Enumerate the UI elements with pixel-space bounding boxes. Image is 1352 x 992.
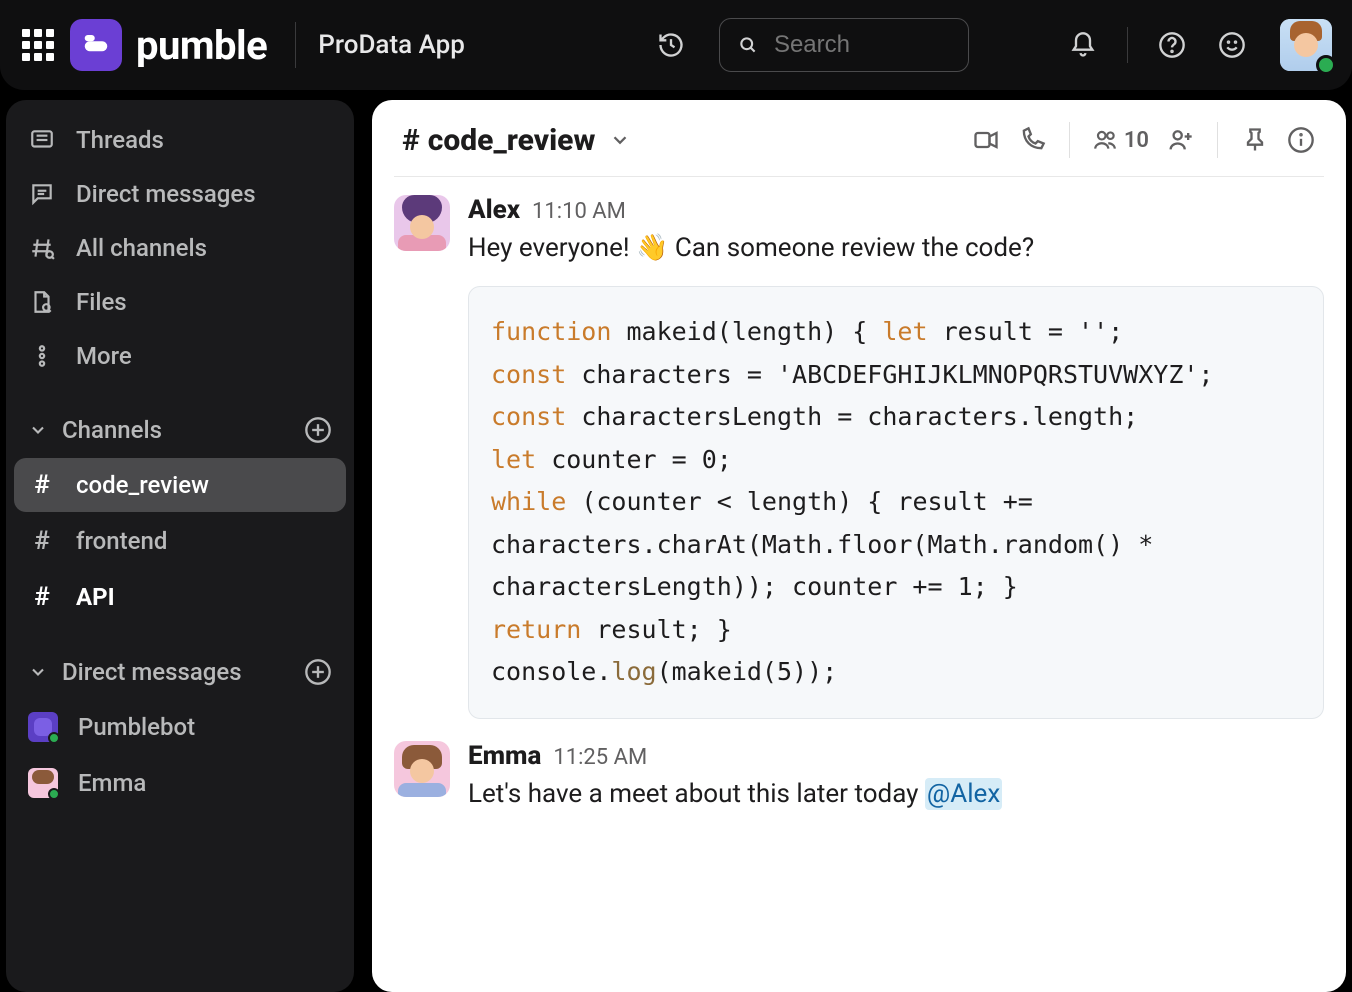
all-channels-icon [28,234,56,262]
sidebar: Threads Direct messages All channels Fil… [6,100,354,992]
sidebar-item-label: Files [76,288,127,316]
hash-icon: # [28,526,56,556]
message-author[interactable]: Alex [468,195,520,225]
avatar [28,712,58,742]
sidebar-item-threads[interactable]: Threads [14,114,346,166]
channel-name: code_review [76,471,209,499]
workspace-name[interactable]: ProData App [318,30,465,60]
dm-name: Emma [78,769,146,797]
message: Alex 11:10 AM Hey everyone! 👋 Can someon… [394,195,1324,719]
search-icon [738,33,758,57]
message-text: Hey everyone! 👋 Can someone review the c… [468,229,1324,268]
presence-indicator [1316,55,1336,75]
mention[interactable]: @Alex [925,778,1002,810]
message-time: 11:25 AM [553,745,647,770]
dm-icon [28,180,56,208]
workspace-logo[interactable] [70,19,122,71]
channel-name: code_review [428,123,596,158]
avatar[interactable] [394,741,450,797]
dm-item-pumblebot[interactable]: Pumblebot [14,700,346,754]
message-time: 11:10 AM [532,199,626,224]
add-dm-icon[interactable] [304,658,332,686]
separator [1069,122,1070,158]
channel-item-api[interactable]: # API [14,570,346,624]
dm-item-emma[interactable]: Emma [14,756,346,810]
channel-title[interactable]: # code_review [402,123,631,158]
app-wordmark: pumble [136,22,267,69]
files-icon [28,288,56,316]
avatar[interactable] [394,195,450,251]
search-input[interactable] [774,31,950,59]
sidebar-item-files[interactable]: Files [14,276,346,328]
history-icon[interactable] [649,23,693,67]
hash-icon: # [28,582,56,612]
phone-call-icon[interactable] [1017,125,1047,155]
people-icon [1092,127,1118,153]
sidebar-item-label: All channels [76,234,207,262]
message: Emma 11:25 AM Let's have a meet about th… [394,741,1324,814]
member-count[interactable]: 10 [1092,127,1149,153]
sidebar-item-label: Direct messages [76,180,256,208]
message-author[interactable]: Emma [468,741,541,771]
emoji-icon[interactable] [1210,23,1254,67]
member-count-value: 10 [1124,128,1149,153]
help-icon[interactable] [1150,23,1194,67]
chevron-down-icon [609,129,631,151]
chevron-down-icon [28,662,48,682]
dm-section-header[interactable]: Direct messages [14,646,346,698]
hash-icon: # [28,470,56,500]
code-block: function makeid(length) { let result = '… [468,286,1324,719]
threads-icon [28,126,56,154]
pin-icon[interactable] [1240,125,1270,155]
message-list: Alex 11:10 AM Hey everyone! 👋 Can someon… [372,177,1346,832]
separator [295,22,296,68]
sidebar-item-more[interactable]: More [14,330,346,382]
sidebar-item-dm[interactable]: Direct messages [14,168,346,220]
video-call-icon[interactable] [971,125,1001,155]
more-icon [28,342,56,370]
wave-emoji: 👋 [636,229,668,268]
apps-grid-icon[interactable] [20,27,56,63]
section-label: Channels [62,416,290,444]
add-channel-icon[interactable] [304,416,332,444]
channels-section-header[interactable]: Channels [14,404,346,456]
dm-name: Pumblebot [78,713,195,741]
sidebar-item-label: More [76,342,132,370]
separator [1127,27,1128,63]
channel-name: frontend [76,527,167,555]
sidebar-item-label: Threads [76,126,164,154]
hash-icon: # [402,123,420,158]
message-text: Let's have a meet about this later today… [468,775,1324,814]
chevron-down-icon [28,420,48,440]
user-avatar[interactable] [1280,19,1332,71]
sidebar-item-all-channels[interactable]: All channels [14,222,346,274]
section-label: Direct messages [62,658,290,686]
notifications-icon[interactable] [1061,23,1105,67]
avatar [28,768,58,798]
channel-item-frontend[interactable]: # frontend [14,514,346,568]
channel-header: # code_review 10 [372,100,1346,176]
channel-item-code-review[interactable]: # code_review [14,458,346,512]
separator [1217,122,1218,158]
search-box[interactable] [719,18,969,72]
add-member-icon[interactable] [1165,125,1195,155]
top-bar: pumble ProData App [0,0,1352,90]
channel-name: API [76,583,115,611]
info-icon[interactable] [1286,125,1316,155]
channel-pane: # code_review 10 [372,100,1346,992]
